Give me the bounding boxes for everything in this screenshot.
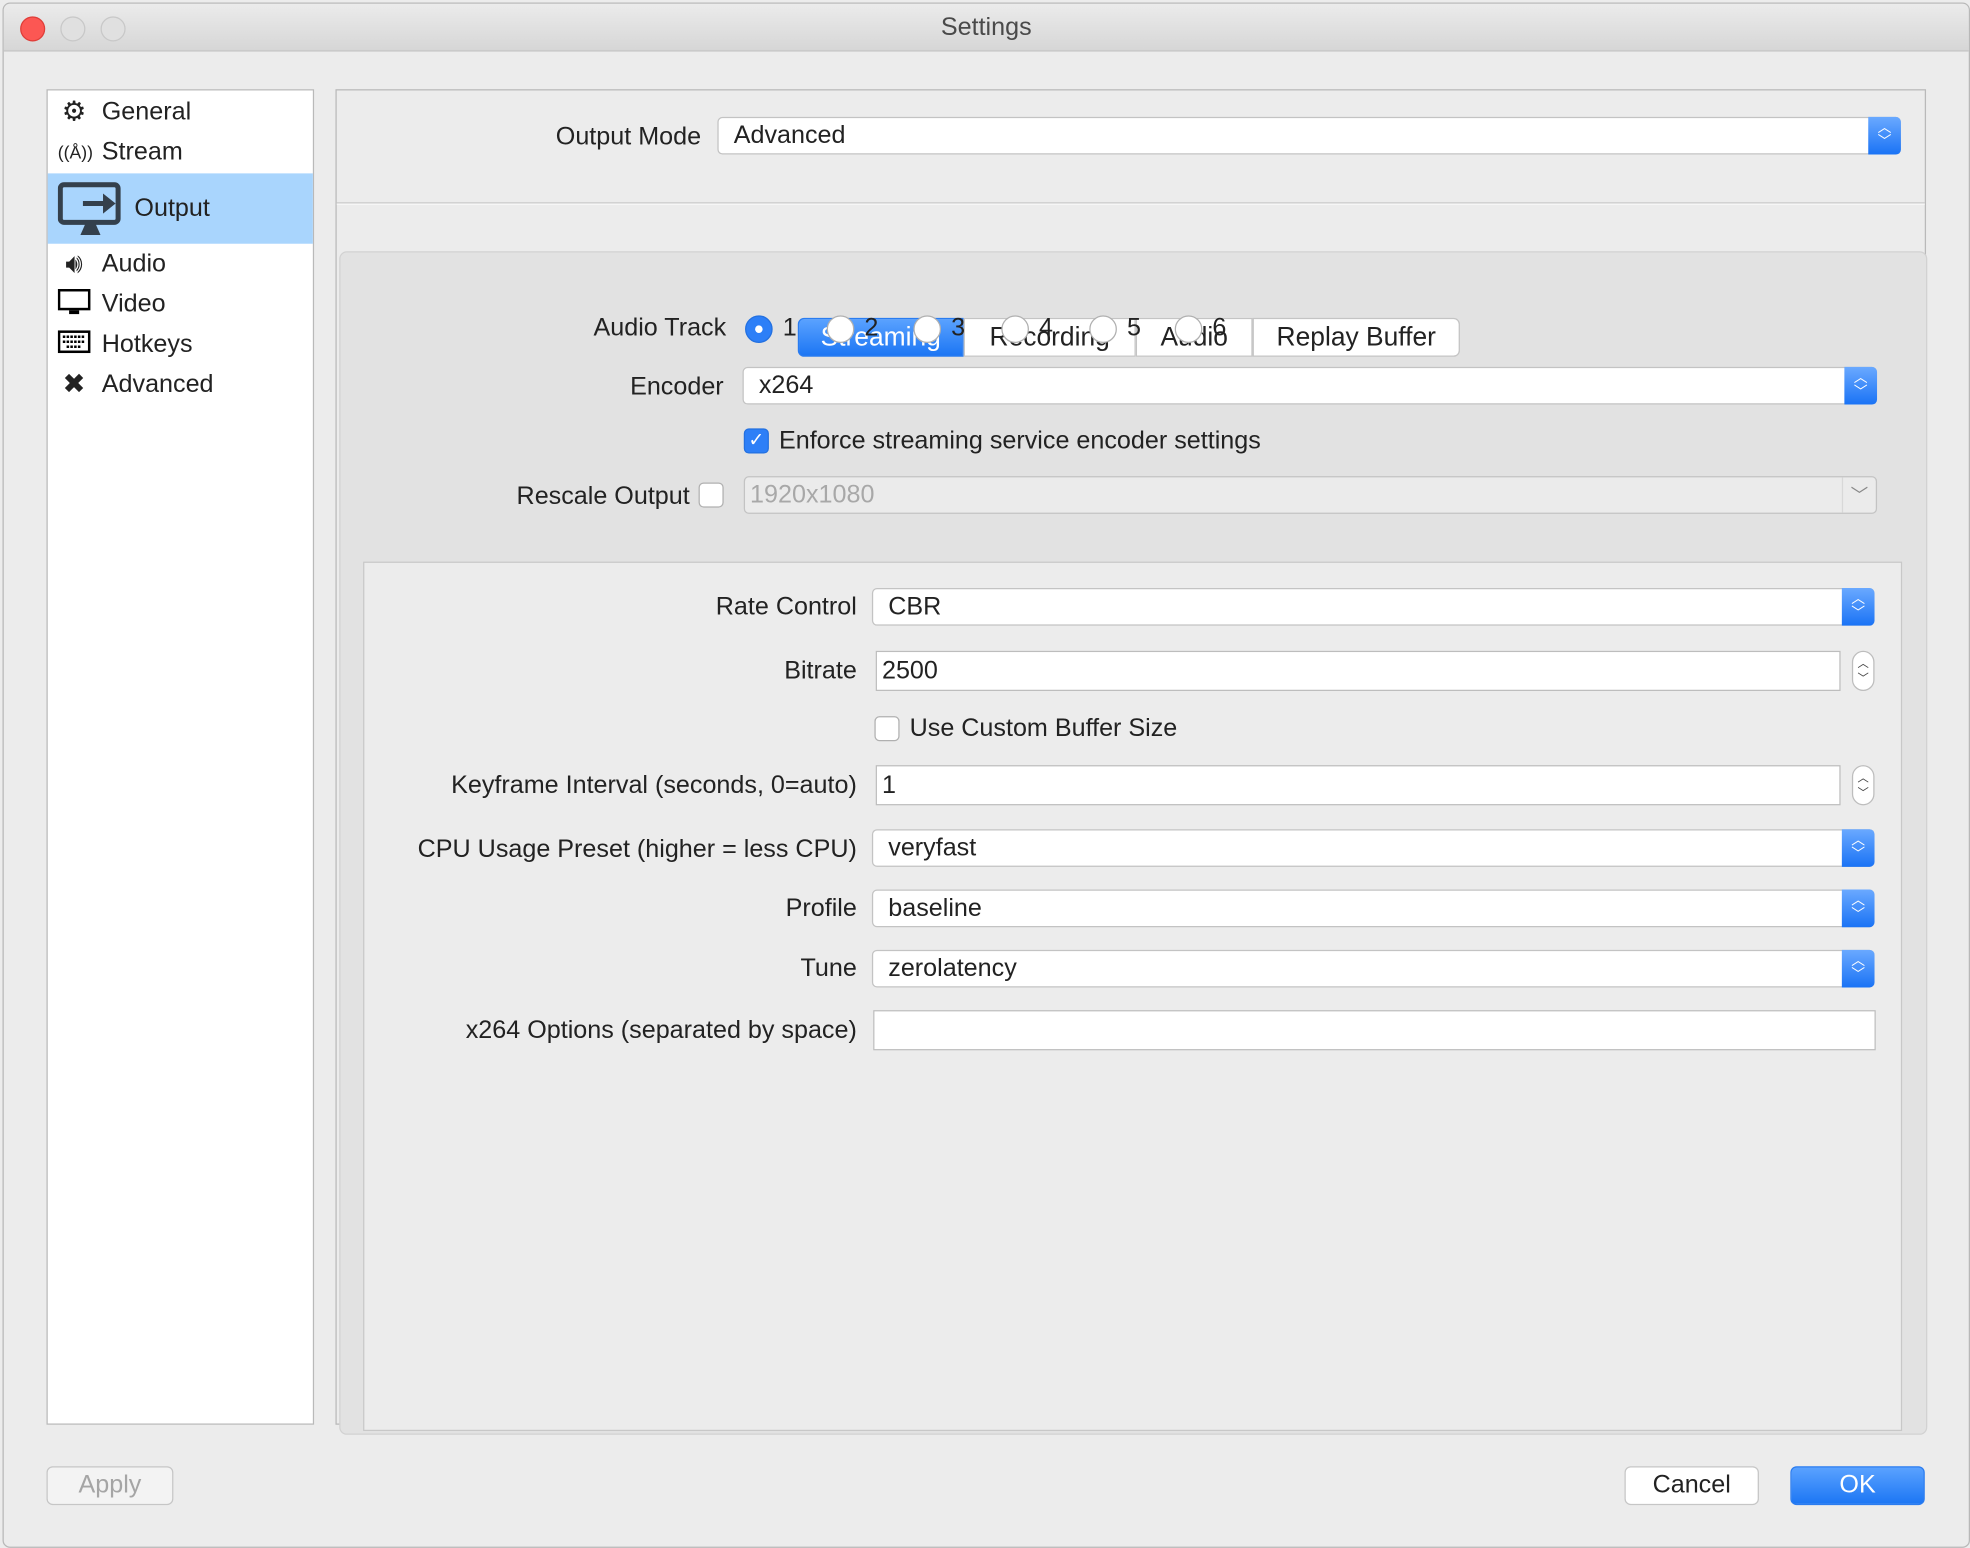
sidebar-item-hotkeys[interactable]: Hotkeys [48, 324, 313, 364]
rescale-checkbox[interactable] [698, 482, 724, 508]
audio-track-option-label[interactable]: 1 [783, 314, 797, 343]
keyframe-input[interactable]: 1 [875, 765, 1841, 806]
rate-control-label: Rate Control [715, 593, 857, 621]
audio-track-option-label[interactable]: 2 [864, 314, 878, 343]
audio-track-radio-2[interactable] [826, 315, 855, 343]
keyframe-label: Keyframe Interval (seconds, 0=auto) [451, 771, 857, 800]
tune-select[interactable]: zerolatency ︿ ﹀ [871, 949, 1875, 988]
custom-buffer-label[interactable]: Use Custom Buffer Size [910, 715, 1178, 744]
bitrate-label: Bitrate [784, 657, 857, 685]
output-mode-label: Output Mode [555, 123, 702, 151]
audio-track-radio-4[interactable] [1001, 315, 1029, 343]
audio-track-label: Audio Track [593, 314, 727, 342]
enforce-checkbox[interactable]: ✓ [743, 428, 769, 454]
sidebar-item-video[interactable]: Video [48, 284, 313, 324]
audio-track-option-label[interactable]: 5 [1127, 314, 1141, 343]
bitrate-stepper[interactable]: ︿ ﹀ [1851, 650, 1875, 692]
audio-track-radio-3[interactable] [913, 315, 942, 343]
sidebar-item-advanced[interactable]: ✖ Advanced [48, 364, 313, 404]
gear-icon: ⚙ [61, 95, 87, 127]
custom-buffer-checkbox[interactable] [874, 716, 900, 742]
sidebar-item-general[interactable]: ⚙ General [48, 92, 313, 132]
tab-replay-buffer[interactable]: Replay Buffer [1252, 317, 1460, 357]
audio-track-option-label[interactable]: 6 [1212, 314, 1226, 343]
profile-select[interactable]: baseline ︿ ﹀ [871, 889, 1875, 928]
enforce-label[interactable]: Enforce streaming service encoder settin… [779, 427, 1261, 456]
rescale-select[interactable]: 1920x1080 ﹀ [743, 476, 1878, 514]
chevron-down-icon: ﹀ [1841, 477, 1876, 513]
output-mode-select[interactable]: Advanced ︿ ﹀ [717, 116, 1901, 155]
chevron-updown-icon: ︿ ﹀ [1841, 889, 1875, 928]
sidebar: ⚙ General ((Å)) Stream Output 🔊︎ Audio Vide… [46, 89, 315, 1425]
settings-window: Settings ⚙ General ((Å)) Stream Output 🔊︎ A… [2, 2, 1970, 1548]
x264-options-input[interactable] [873, 1010, 1876, 1051]
encoder-select[interactable]: x264 ︿ ﹀ [742, 366, 1878, 405]
window-title: Settings [940, 13, 1032, 42]
apply-button[interactable]: Apply [46, 1466, 174, 1506]
tune-label: Tune [800, 954, 857, 983]
monitor-icon [57, 288, 91, 319]
keyframe-stepper[interactable]: ︿ ﹀ [1851, 765, 1875, 806]
chevron-updown-icon: ︿ ﹀ [1841, 829, 1875, 867]
audio-track-radio-6[interactable] [1174, 315, 1203, 343]
chevron-updown-icon: ︿ ﹀ [1841, 587, 1875, 626]
output-panel: Output Mode Advanced ︿ ﹀ Streaming Recordi… [335, 89, 1928, 1435]
encoder-settings-group: Rate Control CBR ︿ ﹀ Bitrate 2500 ︿ ﹀ Use C… [363, 561, 1903, 1432]
cpu-preset-label: CPU Usage Preset (higher = less CPU) [417, 835, 857, 864]
sidebar-item-output[interactable]: Output [47, 173, 313, 244]
tools-icon: ✖ [62, 368, 86, 400]
audio-track-radio-1[interactable] [745, 315, 773, 343]
chevron-updown-icon: ︿ ﹀ [1868, 116, 1901, 155]
title-bar: Settings [3, 3, 1969, 52]
profile-label: Profile [785, 894, 857, 923]
divider [336, 202, 1925, 205]
chevron-updown-icon: ︿ ﹀ [1841, 949, 1875, 988]
encoder-label: Encoder [630, 373, 724, 401]
audio-track-option-label[interactable]: 4 [1039, 314, 1053, 343]
sidebar-item-audio[interactable]: 🔊︎ Audio [48, 244, 313, 284]
sidebar-item-stream[interactable]: ((Å)) Stream [48, 132, 313, 172]
rate-control-select[interactable]: CBR ︿ ﹀ [871, 587, 1875, 626]
monitor-output-icon [57, 182, 123, 235]
keyboard-icon [57, 329, 91, 359]
cpu-preset-select[interactable]: veryfast ︿ ﹀ [871, 829, 1875, 867]
cancel-button[interactable]: Cancel [1624, 1466, 1759, 1506]
bitrate-input[interactable]: 2500 [875, 650, 1841, 692]
chevron-updown-icon: ︿ ﹀ [1844, 366, 1878, 405]
ok-button[interactable]: OK [1790, 1466, 1925, 1506]
speaker-icon: 🔊︎ [65, 247, 83, 279]
antenna-icon: ((Å)) [57, 141, 93, 163]
x264-options-label: x264 Options (separated by space) [465, 1016, 857, 1045]
audio-track-radio-5[interactable] [1089, 315, 1117, 343]
rescale-label: Rescale Output [516, 482, 690, 511]
audio-track-option-label[interactable]: 3 [951, 314, 965, 343]
